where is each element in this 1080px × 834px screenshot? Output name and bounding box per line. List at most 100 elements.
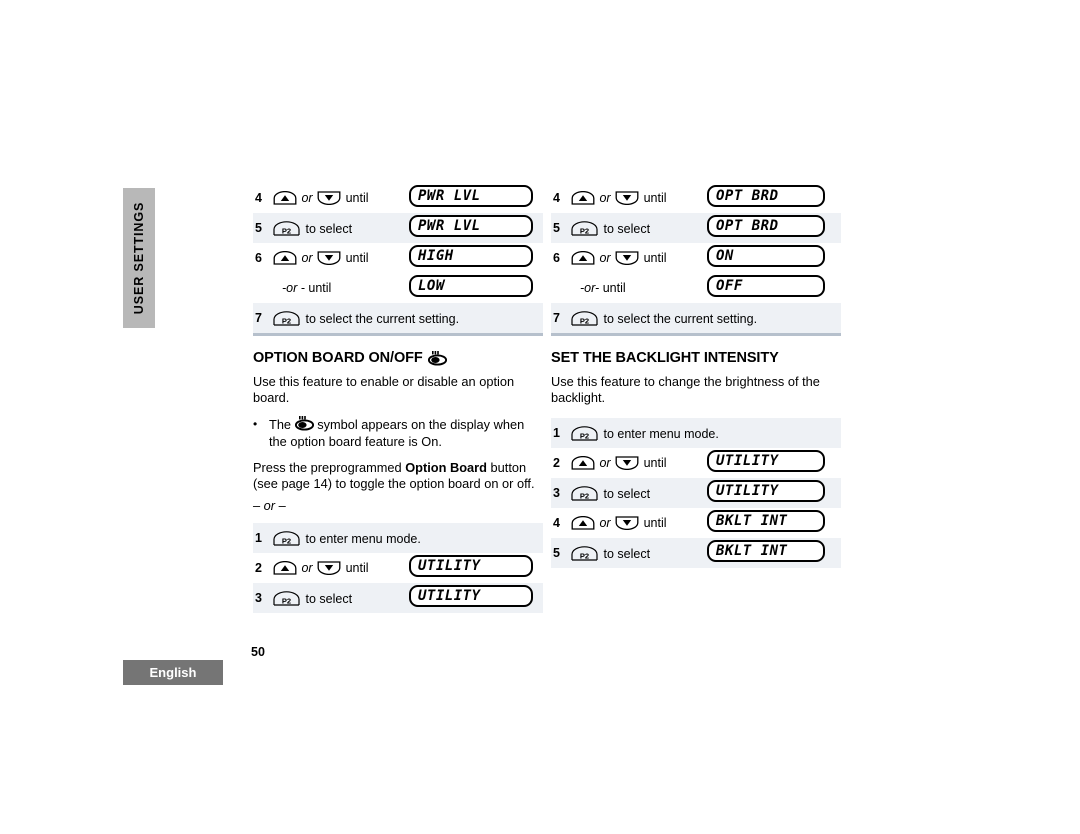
up-arrow-button-icon[interactable] [571,456,595,470]
page-number: 50 [251,645,265,659]
lcd-display: HIGH [409,244,533,267]
step-number: 2 [255,561,262,575]
up-arrow-button-icon[interactable] [273,561,297,575]
option-board-button-name: Option Board [405,460,487,475]
or-word: -or - [282,281,305,295]
up-arrow-button-icon[interactable] [273,251,297,265]
left-top-step-table: 4 or until PWR LVL 5 P2 to select PWR LVL 6 o… [253,183,543,333]
instruction-text: to select the current setting. [603,311,758,326]
step-instruction: P2 to enter menu mode. [272,523,543,553]
right-section-heading-text: SET THE BACKLIGHT INTENSITY [551,350,779,366]
step-instruction: P2 to select the current setting. [570,303,841,333]
instruction-text: until [345,191,369,205]
lcd-display-cell: BKLT INT [707,538,841,568]
or-word: or [301,251,313,265]
or-word: or [599,456,611,470]
step-instruction: P2 to select [570,478,707,508]
step-number: 3 [553,486,560,500]
lcd-display: UTILITY [707,449,825,472]
p2-button-icon[interactable]: P2 [571,310,598,326]
step-instruction: P2 to select [272,583,409,613]
lcd-display-cell: LOW [409,273,543,303]
step-row: 4 or until PWR LVL [253,183,543,213]
step-row: 7 P2 to select the current setting. [551,303,841,333]
or-word: or [599,251,611,265]
or-word: -or- [580,281,603,295]
lcd-display-cell: BKLT INT [707,508,841,538]
down-arrow-button-icon[interactable] [615,456,639,470]
instruction-text: until [602,281,626,295]
instruction-text: to select the current setting. [305,311,460,326]
lcd-display: PWR LVL [409,184,533,207]
option-board-symbol-icon-inline [294,416,314,431]
step-row: 3 P2 to select UTILITY [551,478,841,508]
lcd-display: LOW [409,274,533,297]
step-number: 6 [255,251,262,265]
p2-button-icon[interactable]: P2 [273,530,300,546]
step-row: 1 P2 to enter menu mode. [253,523,543,553]
step-row: 7 P2 to select the current setting. [253,303,543,333]
step-row: 4 or until BKLT INT [551,508,841,538]
down-arrow-button-icon[interactable] [317,191,341,205]
right-paragraph-1: Use this feature to change the brightnes… [551,374,820,405]
step-instruction: P2 to select the current setting. [272,303,543,333]
down-arrow-button-icon[interactable] [615,251,639,265]
instruction-text: to enter menu mode. [603,426,719,441]
instruction-text: until [643,516,667,530]
step-instruction: -or- until [570,273,707,303]
p2-button-icon[interactable]: P2 [571,425,598,441]
p2-button-icon[interactable]: P2 [571,220,598,236]
step-row: 6 or until ON [551,243,841,273]
down-arrow-button-icon[interactable] [317,251,341,265]
svg-text:P2: P2 [580,431,589,440]
lcd-display-cell: PWR LVL [409,183,543,213]
step-number: 5 [553,546,560,560]
instruction-text: until [643,456,667,470]
step-number: 2 [553,456,560,470]
p2-button-icon[interactable]: P2 [273,590,300,606]
up-arrow-button-icon[interactable] [571,516,595,530]
svg-text:P2: P2 [282,316,291,325]
up-arrow-button-icon[interactable] [571,251,595,265]
up-arrow-button-icon[interactable] [273,191,297,205]
step-number: 4 [255,191,262,205]
instruction-text: until [308,281,332,295]
svg-text:P2: P2 [580,226,589,235]
instruction-text: to select [603,221,651,236]
step-number: 1 [255,531,262,545]
instruction-text: to select [305,591,353,606]
lcd-display-cell: UTILITY [409,553,543,583]
step-row: 4 or until OPT BRD [551,183,841,213]
step-row: 2 or until UTILITY [551,448,841,478]
step-row: -or- until OFF [551,273,841,303]
lcd-display: OFF [707,274,825,297]
step-row: -or - until LOW [253,273,543,303]
step-instruction: or until [570,508,707,538]
right-top-step-table: 4 or until OPT BRD 5 P2 to select OPT BRD 6 o… [551,183,841,333]
p2-button-icon[interactable]: P2 [571,545,598,561]
down-arrow-button-icon[interactable] [615,191,639,205]
step-number [253,273,272,303]
step-number: 5 [255,221,262,235]
step-number: 7 [553,311,560,325]
right-column: 4 or until OPT BRD 5 P2 to select OPT BRD 6 o… [551,183,841,568]
step-instruction: P2 to select [272,213,409,243]
svg-text:P2: P2 [282,596,291,605]
lcd-display: ON [707,244,825,267]
svg-text:P2: P2 [282,536,291,545]
left-paragraph-2: Press the preprogrammed Option Board but… [253,460,543,492]
p2-button-icon[interactable]: P2 [571,485,598,501]
language-tab-label: English [149,665,197,680]
down-arrow-button-icon[interactable] [615,516,639,530]
right-bottom-step-table: 1 P2 to enter menu mode. 2 or until UTILITY… [551,418,841,568]
right-section-heading: SET THE BACKLIGHT INTENSITY [551,350,841,366]
left-paragraph-1: Use this feature to enable or disable an… [253,374,515,405]
down-arrow-button-icon[interactable] [317,561,341,575]
up-arrow-button-icon[interactable] [571,191,595,205]
lcd-display: UTILITY [409,584,533,607]
p2-button-icon[interactable]: P2 [273,220,300,236]
step-row: 3 P2 to select UTILITY [253,583,543,613]
p2-button-icon[interactable]: P2 [273,310,300,326]
or-word: or [599,191,611,205]
instruction-text: to select [305,221,353,236]
